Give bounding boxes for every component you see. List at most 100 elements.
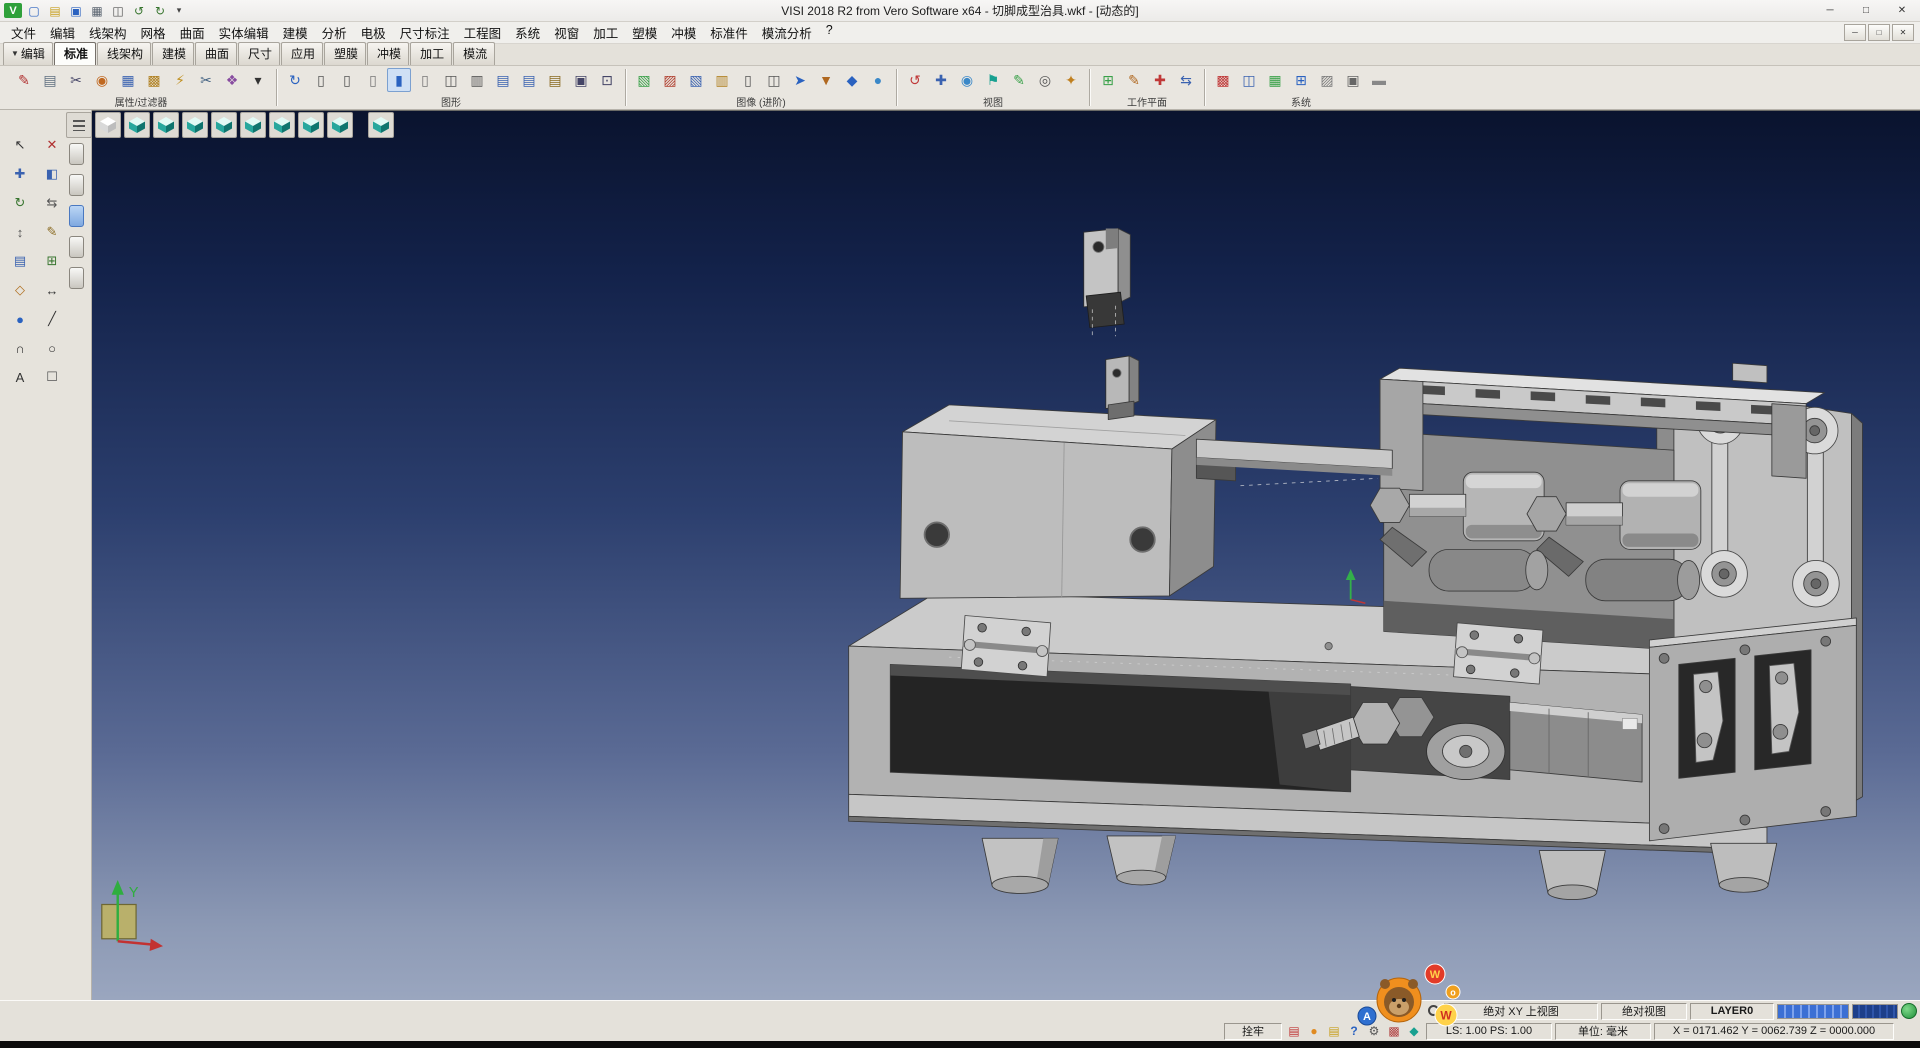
cylinder-dashed-icon[interactable]: ▯: [361, 68, 385, 92]
trim-scissors-icon[interactable]: ✂: [64, 68, 88, 92]
text-icon[interactable]: A: [7, 364, 33, 390]
menu-item[interactable]: 冲模: [664, 21, 703, 44]
workplane-swap-icon[interactable]: ⇆: [1174, 68, 1198, 92]
rotate-icon[interactable]: ↻: [7, 190, 33, 216]
right-block[interactable]: [1649, 618, 1856, 841]
screen-capture-icon[interactable]: ⊡: [595, 68, 619, 92]
snap-toggle-icon[interactable]: ▤: [1285, 1022, 1303, 1040]
mascot-assistant[interactable]: A W o W: [1357, 960, 1477, 1040]
menu-item[interactable]: 建模: [276, 21, 315, 44]
cylinder-wireframe-icon[interactable]: ▯: [309, 68, 333, 92]
toolbar-overflow-icon[interactable]: ▾: [246, 68, 270, 92]
quick-access-overflow-icon[interactable]: ▾: [172, 1, 186, 21]
maximize-button[interactable]: □: [1848, 0, 1884, 21]
iso-view-cube-icon[interactable]: [124, 112, 150, 138]
select-icon[interactable]: ↖: [7, 132, 33, 158]
viewport-canvas[interactable]: Y: [92, 110, 1920, 1000]
dynamic-view-cube-icon[interactable]: [368, 112, 394, 138]
曲面[interactable]: 曲面: [195, 42, 237, 65]
model-3d-assembly[interactable]: Y: [92, 111, 1920, 1000]
arc-icon[interactable]: ∩: [7, 335, 33, 361]
rotate-view-icon[interactable]: ↺: [903, 68, 927, 92]
flag-view-icon[interactable]: ⚑: [981, 68, 1005, 92]
left-block[interactable]: [900, 405, 1235, 598]
建模[interactable]: 建模: [152, 42, 194, 65]
render-background-icon[interactable]: ▥: [710, 68, 734, 92]
database-restore-icon[interactable]: ▤: [517, 68, 541, 92]
加工[interactable]: 加工: [410, 42, 452, 65]
hinge-right[interactable]: [1454, 623, 1543, 684]
menu-item[interactable]: 标准件: [703, 21, 755, 44]
doc-restore-button[interactable]: □: [1868, 24, 1890, 41]
iso-rear-view-cube-icon[interactable]: [327, 112, 353, 138]
render-material-icon[interactable]: ▧: [684, 68, 708, 92]
menu-item[interactable]: 网格: [134, 21, 173, 44]
attribute-printer-icon[interactable]: ▤: [38, 68, 62, 92]
模流[interactable]: 模流: [453, 42, 495, 65]
wireframe-view-cube-icon[interactable]: [95, 112, 121, 138]
compass-view-icon[interactable]: ✦: [1059, 68, 1083, 92]
layers-icon[interactable]: ▤: [7, 248, 33, 274]
cylinder-shaded-icon[interactable]: ▮: [387, 68, 411, 92]
refresh-graphics-icon[interactable]: ↻: [283, 68, 307, 92]
menu-item[interactable]: 文件: [4, 21, 43, 44]
save-icon[interactable]: ▣: [66, 1, 86, 21]
open-file-icon[interactable]: ▤: [45, 1, 65, 21]
hinge-left[interactable]: [961, 616, 1050, 677]
color-palette-icon[interactable]: ▩: [1211, 68, 1235, 92]
mascot-assistant-icon[interactable]: ●: [1305, 1022, 1323, 1040]
diamond-render-icon[interactable]: ◆: [840, 68, 864, 92]
menu-item[interactable]: 模流分析: [755, 21, 819, 44]
menu-item[interactable]: 加工: [586, 21, 625, 44]
menu-item[interactable]: 工程图: [457, 21, 509, 44]
dimension-icon[interactable]: ↔: [39, 277, 65, 303]
workplane-icon[interactable]: ⊞: [39, 248, 65, 274]
menu-item[interactable]: 线架构: [82, 21, 134, 44]
hide-view-icon[interactable]: ◎: [1033, 68, 1057, 92]
cylinder-section-icon[interactable]: ◫: [439, 68, 463, 92]
table-settings-icon[interactable]: ⊞: [1289, 68, 1313, 92]
capsule-compare-icon[interactable]: ◫: [762, 68, 786, 92]
left-view-cube-icon[interactable]: [240, 112, 266, 138]
top-view-cube-icon[interactable]: [153, 112, 179, 138]
redo-icon[interactable]: ↻: [150, 1, 170, 21]
back-view-cube-icon[interactable]: [269, 112, 295, 138]
menu-item[interactable]: 视窗: [547, 21, 586, 44]
menu-item[interactable]: 塑模: [625, 21, 664, 44]
right-view-cube-icon[interactable]: [211, 112, 237, 138]
标准[interactable]: 标准: [54, 42, 96, 65]
menu-item[interactable]: 尺寸标注: [393, 21, 457, 44]
bottom-view-cube-icon[interactable]: [298, 112, 324, 138]
measure-icon[interactable]: ◇: [7, 277, 33, 303]
filter-solids-pill[interactable]: [69, 205, 84, 227]
cylinder-quality-icon[interactable]: ▯: [736, 68, 760, 92]
menu-item[interactable]: 曲面: [173, 21, 212, 44]
layer-field[interactable]: LAYER0: [1690, 1003, 1774, 1020]
workplane-origin-icon[interactable]: ✚: [1148, 68, 1172, 92]
sketch-icon[interactable]: ✎: [39, 219, 65, 245]
lightning-filter-icon[interactable]: ⚡: [168, 68, 192, 92]
calculator-icon[interactable]: ▣: [1341, 68, 1365, 92]
database-export-icon[interactable]: ▤: [543, 68, 567, 92]
delete-icon[interactable]: ✕: [39, 132, 65, 158]
punch-bracket-lower[interactable]: [1106, 356, 1139, 420]
lock-toggle[interactable]: 拴牢: [1224, 1023, 1282, 1040]
funnel-filter-icon[interactable]: ▼: [814, 68, 838, 92]
material-slab-icon[interactable]: ▬: [1367, 68, 1391, 92]
menu-item[interactable]: 实体编辑: [212, 21, 276, 44]
new-document-icon[interactable]: ▢: [24, 1, 44, 21]
layer-filter-icon[interactable]: ▦: [116, 68, 140, 92]
copy-icon[interactable]: ◧: [39, 161, 65, 187]
monitor-icon[interactable]: ◫: [1237, 68, 1261, 92]
cylinder-hidden-line-icon[interactable]: ▯: [335, 68, 359, 92]
erase-icon[interactable]: ☐: [39, 364, 65, 390]
filter-points-pill[interactable]: [69, 143, 84, 165]
mirror-icon[interactable]: ⇆: [39, 190, 65, 216]
line-icon[interactable]: ╱: [39, 306, 65, 332]
chip-settings-icon[interactable]: ▣: [569, 68, 593, 92]
pan-view-icon[interactable]: ✚: [929, 68, 953, 92]
undo-icon[interactable]: ↺: [129, 1, 149, 21]
render-quality-icon[interactable]: ▧: [632, 68, 656, 92]
workplane-edit-icon[interactable]: ✎: [1122, 68, 1146, 92]
冲模[interactable]: 冲模: [367, 42, 409, 65]
